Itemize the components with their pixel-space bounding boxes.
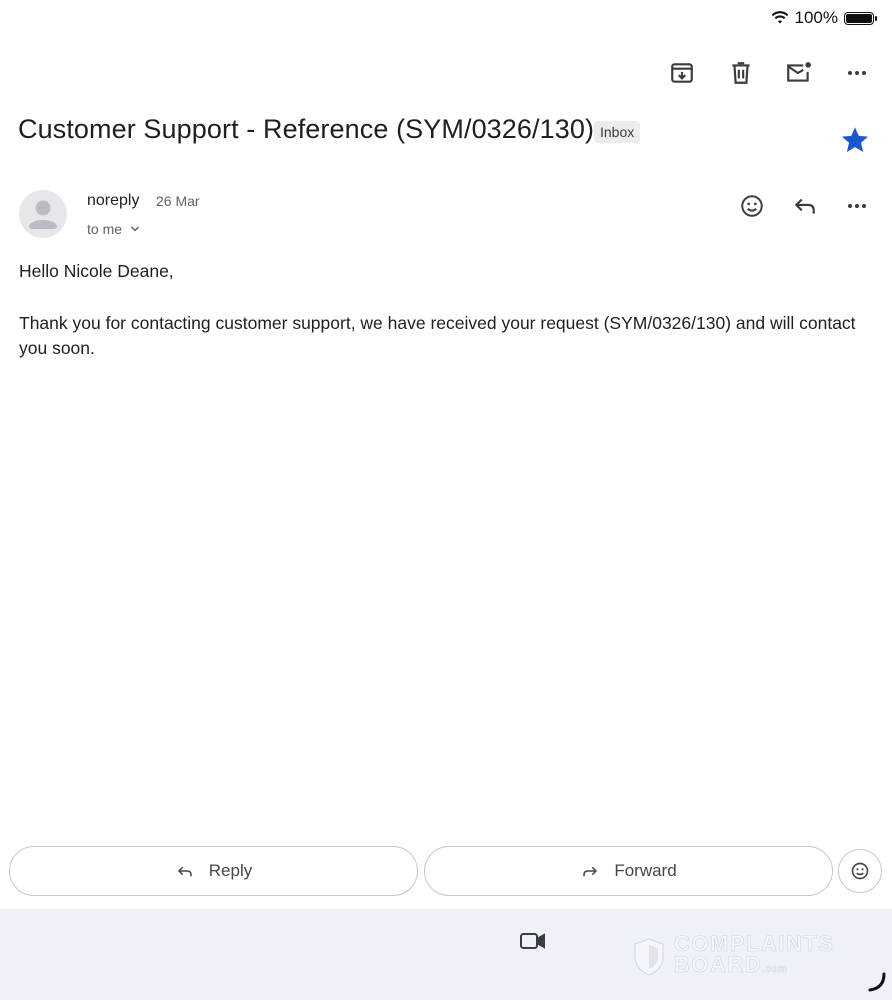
- trash-icon: [732, 62, 750, 84]
- star-button[interactable]: [839, 124, 871, 161]
- recipient-label: to me: [87, 221, 123, 237]
- emoji-reaction-button[interactable]: [838, 849, 882, 893]
- mark-unread-icon: [787, 62, 811, 82]
- email-greeting: Hello Nicole Deane,: [19, 261, 174, 281]
- watermark: COMPLAINTS BOARD.com: [632, 931, 835, 980]
- watermark-line1: COMPLAINTS: [674, 931, 835, 956]
- battery-icon: [844, 11, 877, 25]
- inbox-label-badge[interactable]: Inbox: [594, 121, 641, 143]
- archive-icon: [671, 63, 693, 83]
- message-more-button[interactable]: [842, 191, 872, 221]
- add-reaction-button[interactable]: [737, 191, 767, 221]
- forward-icon: [583, 866, 598, 877]
- archive-button[interactable]: [667, 58, 697, 88]
- video-camera-icon: [520, 933, 545, 949]
- forward-button[interactable]: Forward: [424, 846, 833, 896]
- forward-button-label: Forward: [614, 861, 677, 880]
- watermark-line2: BOARD.com: [674, 952, 788, 977]
- scroll-indicator: [864, 970, 888, 999]
- reply-icon-button[interactable]: [790, 191, 820, 221]
- more-options-button[interactable]: [842, 58, 872, 88]
- video-call-button[interactable]: [519, 930, 547, 957]
- email-subject: Customer Support - Reference (SYM/0326/1…: [18, 114, 595, 144]
- more-horizontal-icon: [848, 204, 866, 208]
- smiley-icon: [851, 862, 869, 880]
- sender-name[interactable]: noreply: [87, 192, 139, 210]
- delete-button[interactable]: [726, 58, 756, 88]
- reply-button[interactable]: Reply: [9, 846, 418, 896]
- sender-avatar[interactable]: [19, 190, 67, 238]
- email-body: Thank you for contacting customer suppor…: [19, 313, 856, 358]
- status-bar: 100%: [771, 8, 877, 28]
- reply-button-label: Reply: [208, 861, 253, 880]
- wifi-icon: [771, 11, 788, 24]
- mark-unread-button[interactable]: [784, 58, 814, 88]
- person-icon: [29, 200, 57, 229]
- battery-percentage: 100%: [794, 8, 838, 27]
- chevron-down-icon: [130, 226, 140, 232]
- recipient-details-toggle[interactable]: to me: [87, 221, 140, 237]
- email-date: 26 Mar: [156, 193, 200, 209]
- reply-icon: [177, 866, 192, 877]
- star-icon: [841, 127, 869, 152]
- corner-curve-icon: [868, 972, 886, 992]
- more-horizontal-icon: [848, 71, 866, 75]
- smiley-icon: [741, 195, 763, 217]
- reply-icon: [794, 198, 815, 214]
- shield-logo-icon: [634, 937, 664, 976]
